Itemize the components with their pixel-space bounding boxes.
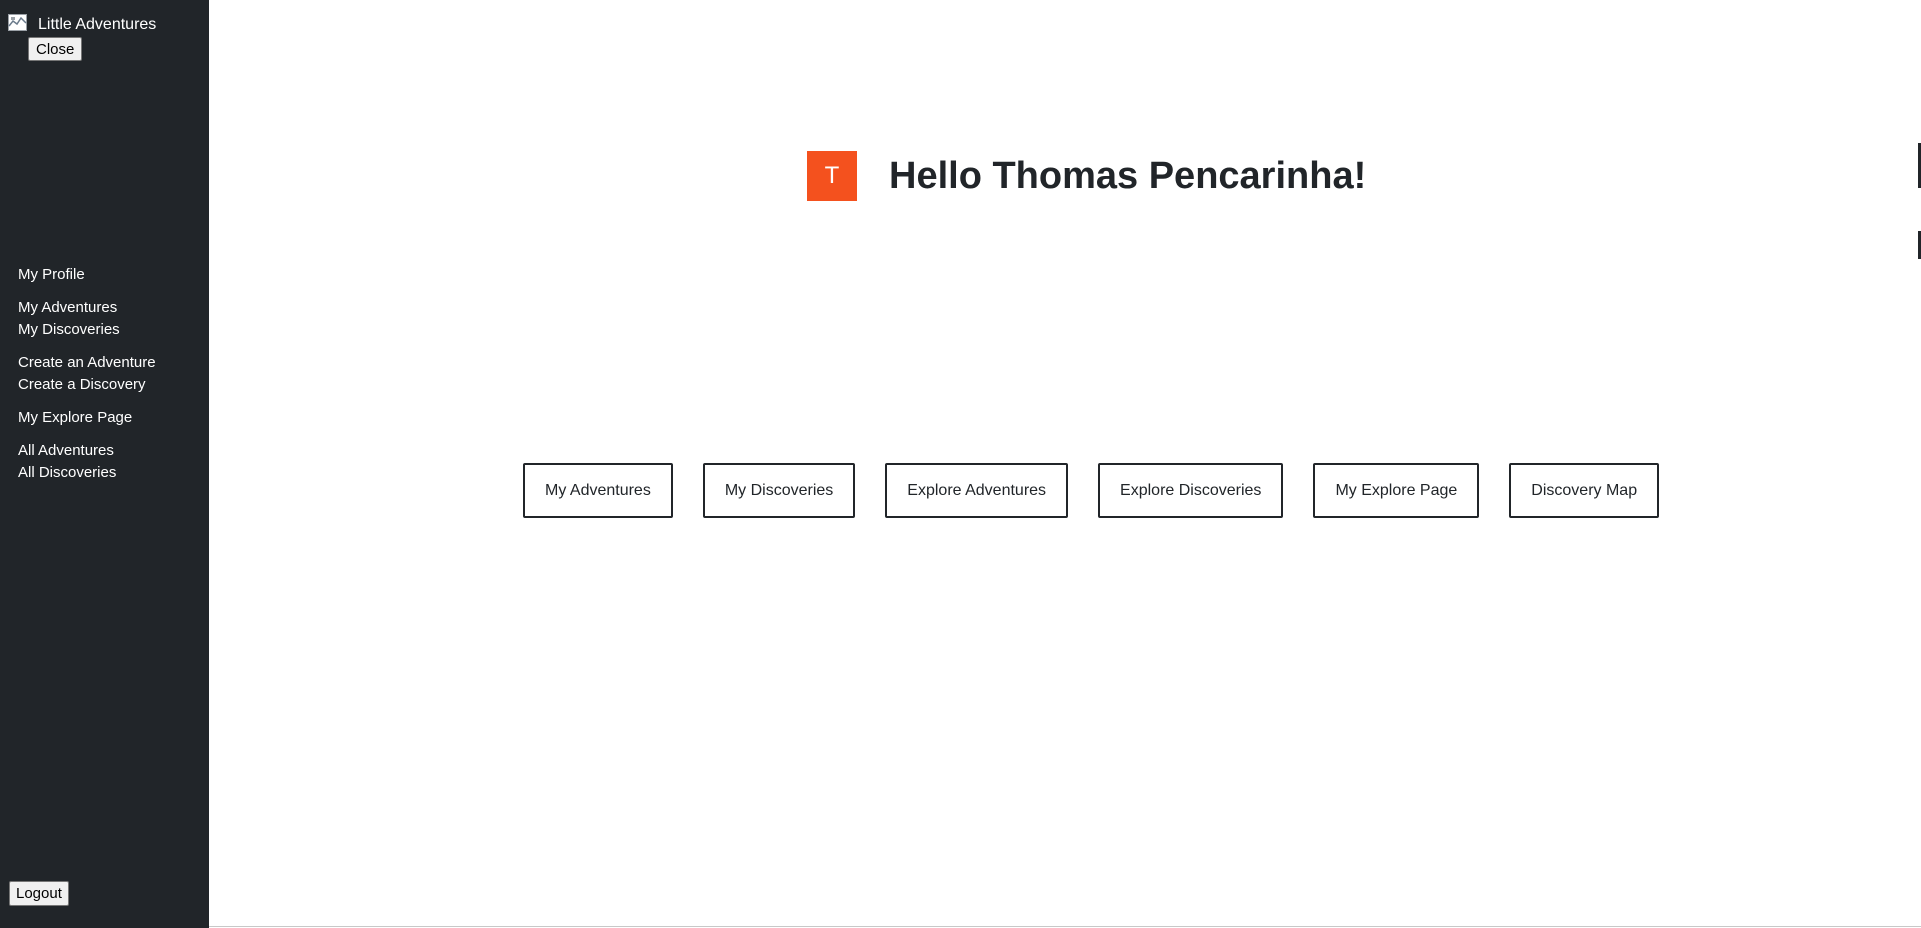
my-explore-page-button[interactable]: My Explore Page (1313, 463, 1480, 518)
map-icon (8, 13, 27, 31)
my-discoveries-button[interactable]: My Discoveries (702, 463, 856, 518)
sidebar-item-create-discovery[interactable]: Create a Discovery (18, 374, 156, 396)
discovery-map-button[interactable]: Discovery Map (1509, 463, 1660, 518)
my-adventures-button[interactable]: My Adventures (523, 463, 673, 518)
greeting-header: T Hello Thomas Pencarinha! (807, 151, 1366, 201)
sidebar-item-all-discoveries[interactable]: All Discoveries (18, 462, 156, 484)
logout-button[interactable]: Logout (9, 881, 69, 906)
explore-adventures-button[interactable]: Explore Adventures (885, 463, 1069, 518)
sidebar-item-my-discoveries[interactable]: My Discoveries (18, 319, 156, 341)
main-content: T Hello Thomas Pencarinha! My Adventures… (209, 0, 1921, 927)
app-root: Little Adventures Close My Profile My Ad… (0, 0, 1921, 928)
explore-discoveries-button[interactable]: Explore Discoveries (1098, 463, 1284, 518)
brand-title: Little Adventures (38, 16, 157, 33)
sidebar-nav: My Profile My Adventures My Discoveries … (18, 264, 156, 495)
nav-group-explore: My Explore Page (18, 407, 156, 429)
page-title: Hello Thomas Pencarinha! (889, 154, 1367, 197)
nav-group-profile: My Profile (18, 264, 156, 286)
nav-group-mine: My Adventures My Discoveries (18, 297, 156, 341)
sidebar-item-my-explore-page[interactable]: My Explore Page (18, 407, 156, 429)
nav-group-create: Create an Adventure Create a Discovery (18, 352, 156, 396)
nav-group-all: All Adventures All Discoveries (18, 440, 156, 484)
action-buttons: My Adventures My Discoveries Explore Adv… (523, 463, 1660, 518)
sidebar-item-create-adventure[interactable]: Create an Adventure (18, 352, 156, 374)
sidebar: Little Adventures Close My Profile My Ad… (0, 0, 209, 928)
close-button[interactable]: Close (28, 37, 83, 61)
brand: Little Adventures (8, 10, 156, 34)
sidebar-item-my-profile[interactable]: My Profile (18, 264, 156, 286)
sidebar-item-all-adventures[interactable]: All Adventures (18, 440, 156, 462)
sidebar-item-my-adventures[interactable]: My Adventures (18, 297, 156, 319)
avatar: T (807, 151, 857, 201)
